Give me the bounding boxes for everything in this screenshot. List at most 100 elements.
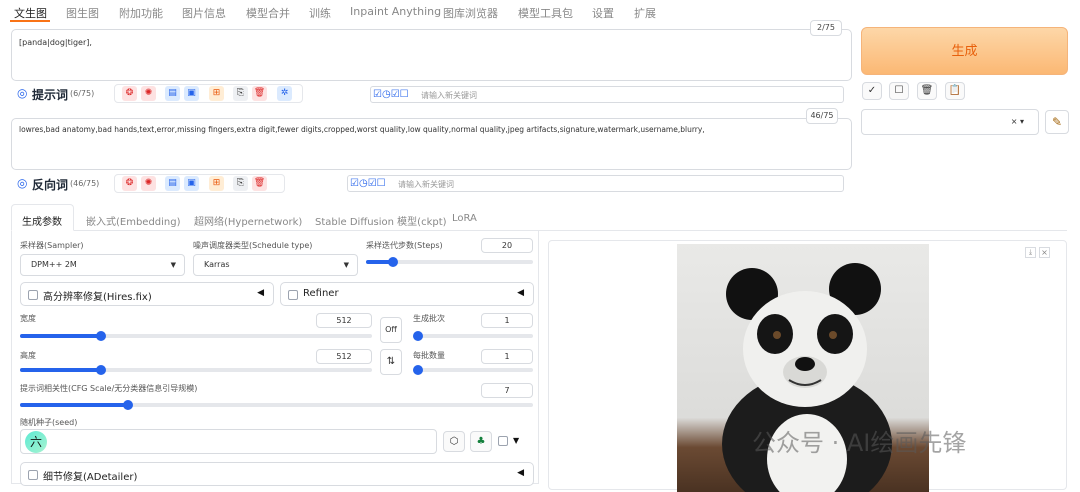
tab-checkpoints[interactable]: Stable Diffusion 模型(ckpt) [315,213,447,228]
triangle-left-icon[interactable]: ◀ [517,468,524,478]
keyword-input[interactable]: 请输入新关键词 [421,90,477,101]
aspect-lock-button[interactable]: Off [380,317,402,343]
batch-size-slider[interactable] [413,365,533,375]
tab-model-toolkit[interactable]: 模型工具包 [518,5,573,21]
square-icon[interactable]: ☐ [889,82,909,100]
trash-icon[interactable]: 🗑 [917,82,937,100]
close-icon[interactable]: × [1039,247,1050,258]
cfg-slider[interactable] [20,400,533,410]
triangle-left-icon[interactable]: ◀ [257,288,264,298]
schedule-dropdown[interactable]: Karras ▼ [193,254,358,276]
batch-size-label: 每批数量 [413,351,445,360]
cfg-label: 提示词相关性(CFG Scale/无分类器信息引导规模) [20,384,198,393]
refiner-checkbox[interactable] [288,290,298,300]
seed-input[interactable]: 六 [20,429,437,454]
steps-input[interactable]: 20 [481,238,533,253]
negative-keyword-input-row: ☑◷☑☐ 请输入新关键词 [347,175,844,192]
top-tab-bar: 文生图 图生图 附加功能 图片信息 模型合并 训练 Inpaint Anythi… [0,0,1080,22]
translate-icon[interactable]: ⊞ [209,86,224,101]
keyword-toggle-icons[interactable]: ☑◷☑☐ [350,178,386,189]
extra-seed-checkbox[interactable] [498,436,508,446]
tab-embedding[interactable]: 嵌入式(Embedding) [86,213,181,228]
tab-inpaint-anything[interactable]: Inpaint Anything [350,5,441,18]
tab-image-browser[interactable]: 图库浏览器 [443,5,498,21]
tab-png-info[interactable]: 图片信息 [182,5,226,21]
gear-random-icon[interactable]: ✺ [141,86,156,101]
prompt-tools-group: ❂ ✺ ▤ ▣ ⊞ ⎘ 🗑 ✲ [114,84,303,103]
cfg-slider-knob[interactable] [122,400,133,410]
translate-icon[interactable]: ⊞ [209,176,224,191]
styles-clear-icon[interactable]: × ▾ [1011,117,1024,126]
import-icon[interactable]: ▤ [165,176,180,191]
swap-dimensions-icon[interactable]: ⇅ [380,349,402,375]
width-input[interactable]: 512 [316,313,372,328]
batch-count-input[interactable]: 1 [481,313,533,328]
tab-lora[interactable]: LoRA [452,213,477,224]
expand-icon[interactable]: ▼ [513,436,519,445]
hires-fix-accordion[interactable]: 高分辨率修复(Hires.fix) ◀ [20,282,274,306]
tab-hypernetwork[interactable]: 超网络(Hypernetwork) [194,213,302,228]
collapse-icon[interactable]: ◎ [17,86,27,100]
steps-label: 采样迭代步数(Steps) [366,241,443,250]
copy-icon[interactable]: ⎘ [233,176,248,191]
collapse-icon[interactable]: ◎ [17,176,27,190]
adetailer-accordion[interactable]: 细节修复(ADetailer) ◀ [20,462,534,486]
tab-settings[interactable]: 设置 [592,5,614,21]
adetailer-checkbox[interactable] [28,470,38,480]
export-icon[interactable]: ▣ [184,176,199,191]
prompt-text: [panda|dog|tiger], [19,38,92,47]
steps-slider[interactable] [366,257,533,267]
copy-icon[interactable]: ⎘ [233,86,248,101]
sampler-dropdown[interactable]: DPM++ 2M ▼ [20,254,185,276]
pencil-icon[interactable]: ✎ [1045,110,1069,134]
refiner-accordion[interactable]: Refiner ◀ [280,282,534,306]
sampler-label: 采样器(Sampler) [20,241,84,250]
keyword-toggle-icons[interactable]: ☑◷☑☐ [373,89,409,100]
negative-prompt-textarea[interactable]: lowres,bad anatomy,bad hands,text,error,… [11,118,852,170]
download-icon[interactable]: ⤓ [1025,247,1036,258]
tab-extras[interactable]: 附加功能 [119,5,163,21]
prompt-label: 提示词 [32,88,69,102]
generate-button[interactable]: 生成 [861,27,1068,75]
batch-size-slider-knob[interactable] [413,365,423,375]
check-icon[interactable]: ✓ [862,82,882,100]
height-input[interactable]: 512 [316,349,372,364]
width-slider[interactable] [20,331,372,341]
export-icon[interactable]: ▣ [184,86,199,101]
tab-img2img[interactable]: 图生图 [66,5,99,21]
height-slider-knob[interactable] [95,365,106,375]
prompt-textarea[interactable]: [panda|dog|tiger], [11,29,852,81]
batch-size-input[interactable]: 1 [481,349,533,364]
sampler-value: DPM++ 2M [31,260,77,269]
trash-icon[interactable]: 🗑 [252,86,267,101]
hires-fix-label: 高分辨率修复(Hires.fix) [43,292,152,303]
cfg-input[interactable]: 7 [481,383,533,398]
height-label: 高度 [20,351,36,360]
tab-train[interactable]: 训练 [309,5,331,21]
height-slider[interactable] [20,365,372,375]
chevron-down-icon: ▼ [170,261,176,269]
triangle-left-icon[interactable]: ◀ [517,288,524,298]
styles-dropdown[interactable]: × ▾ [861,109,1039,135]
width-slider-knob[interactable] [95,331,106,341]
adetailer-label: 细节修复(ADetailer) [43,472,138,483]
steps-slider-knob[interactable] [387,257,398,267]
dice-icon[interactable]: ⬡ [443,431,465,452]
gear-random-icon[interactable]: ✺ [141,176,156,191]
schedule-label: 噪声调度器类型(Schedule type) [193,241,313,250]
negative-keyword-input[interactable]: 请输入新关键词 [398,179,454,190]
settings-icon[interactable]: ✲ [277,86,292,101]
hires-fix-checkbox[interactable] [28,290,38,300]
recycle-icon[interactable]: ♣ [470,431,492,452]
random-icon[interactable]: ❂ [122,176,137,191]
tab-txt2img[interactable]: 文生图 [14,5,47,21]
tab-checkpoint-merger[interactable]: 模型合并 [246,5,290,21]
import-icon[interactable]: ▤ [165,86,180,101]
random-icon[interactable]: ❂ [122,86,137,101]
batch-count-slider[interactable] [413,331,533,341]
trash-icon[interactable]: 🗑 [252,176,267,191]
height-slider-fill [20,368,101,372]
clipboard-icon[interactable]: 📋 [945,82,965,100]
tab-extensions[interactable]: 扩展 [634,5,656,21]
batch-count-slider-knob[interactable] [413,331,423,341]
